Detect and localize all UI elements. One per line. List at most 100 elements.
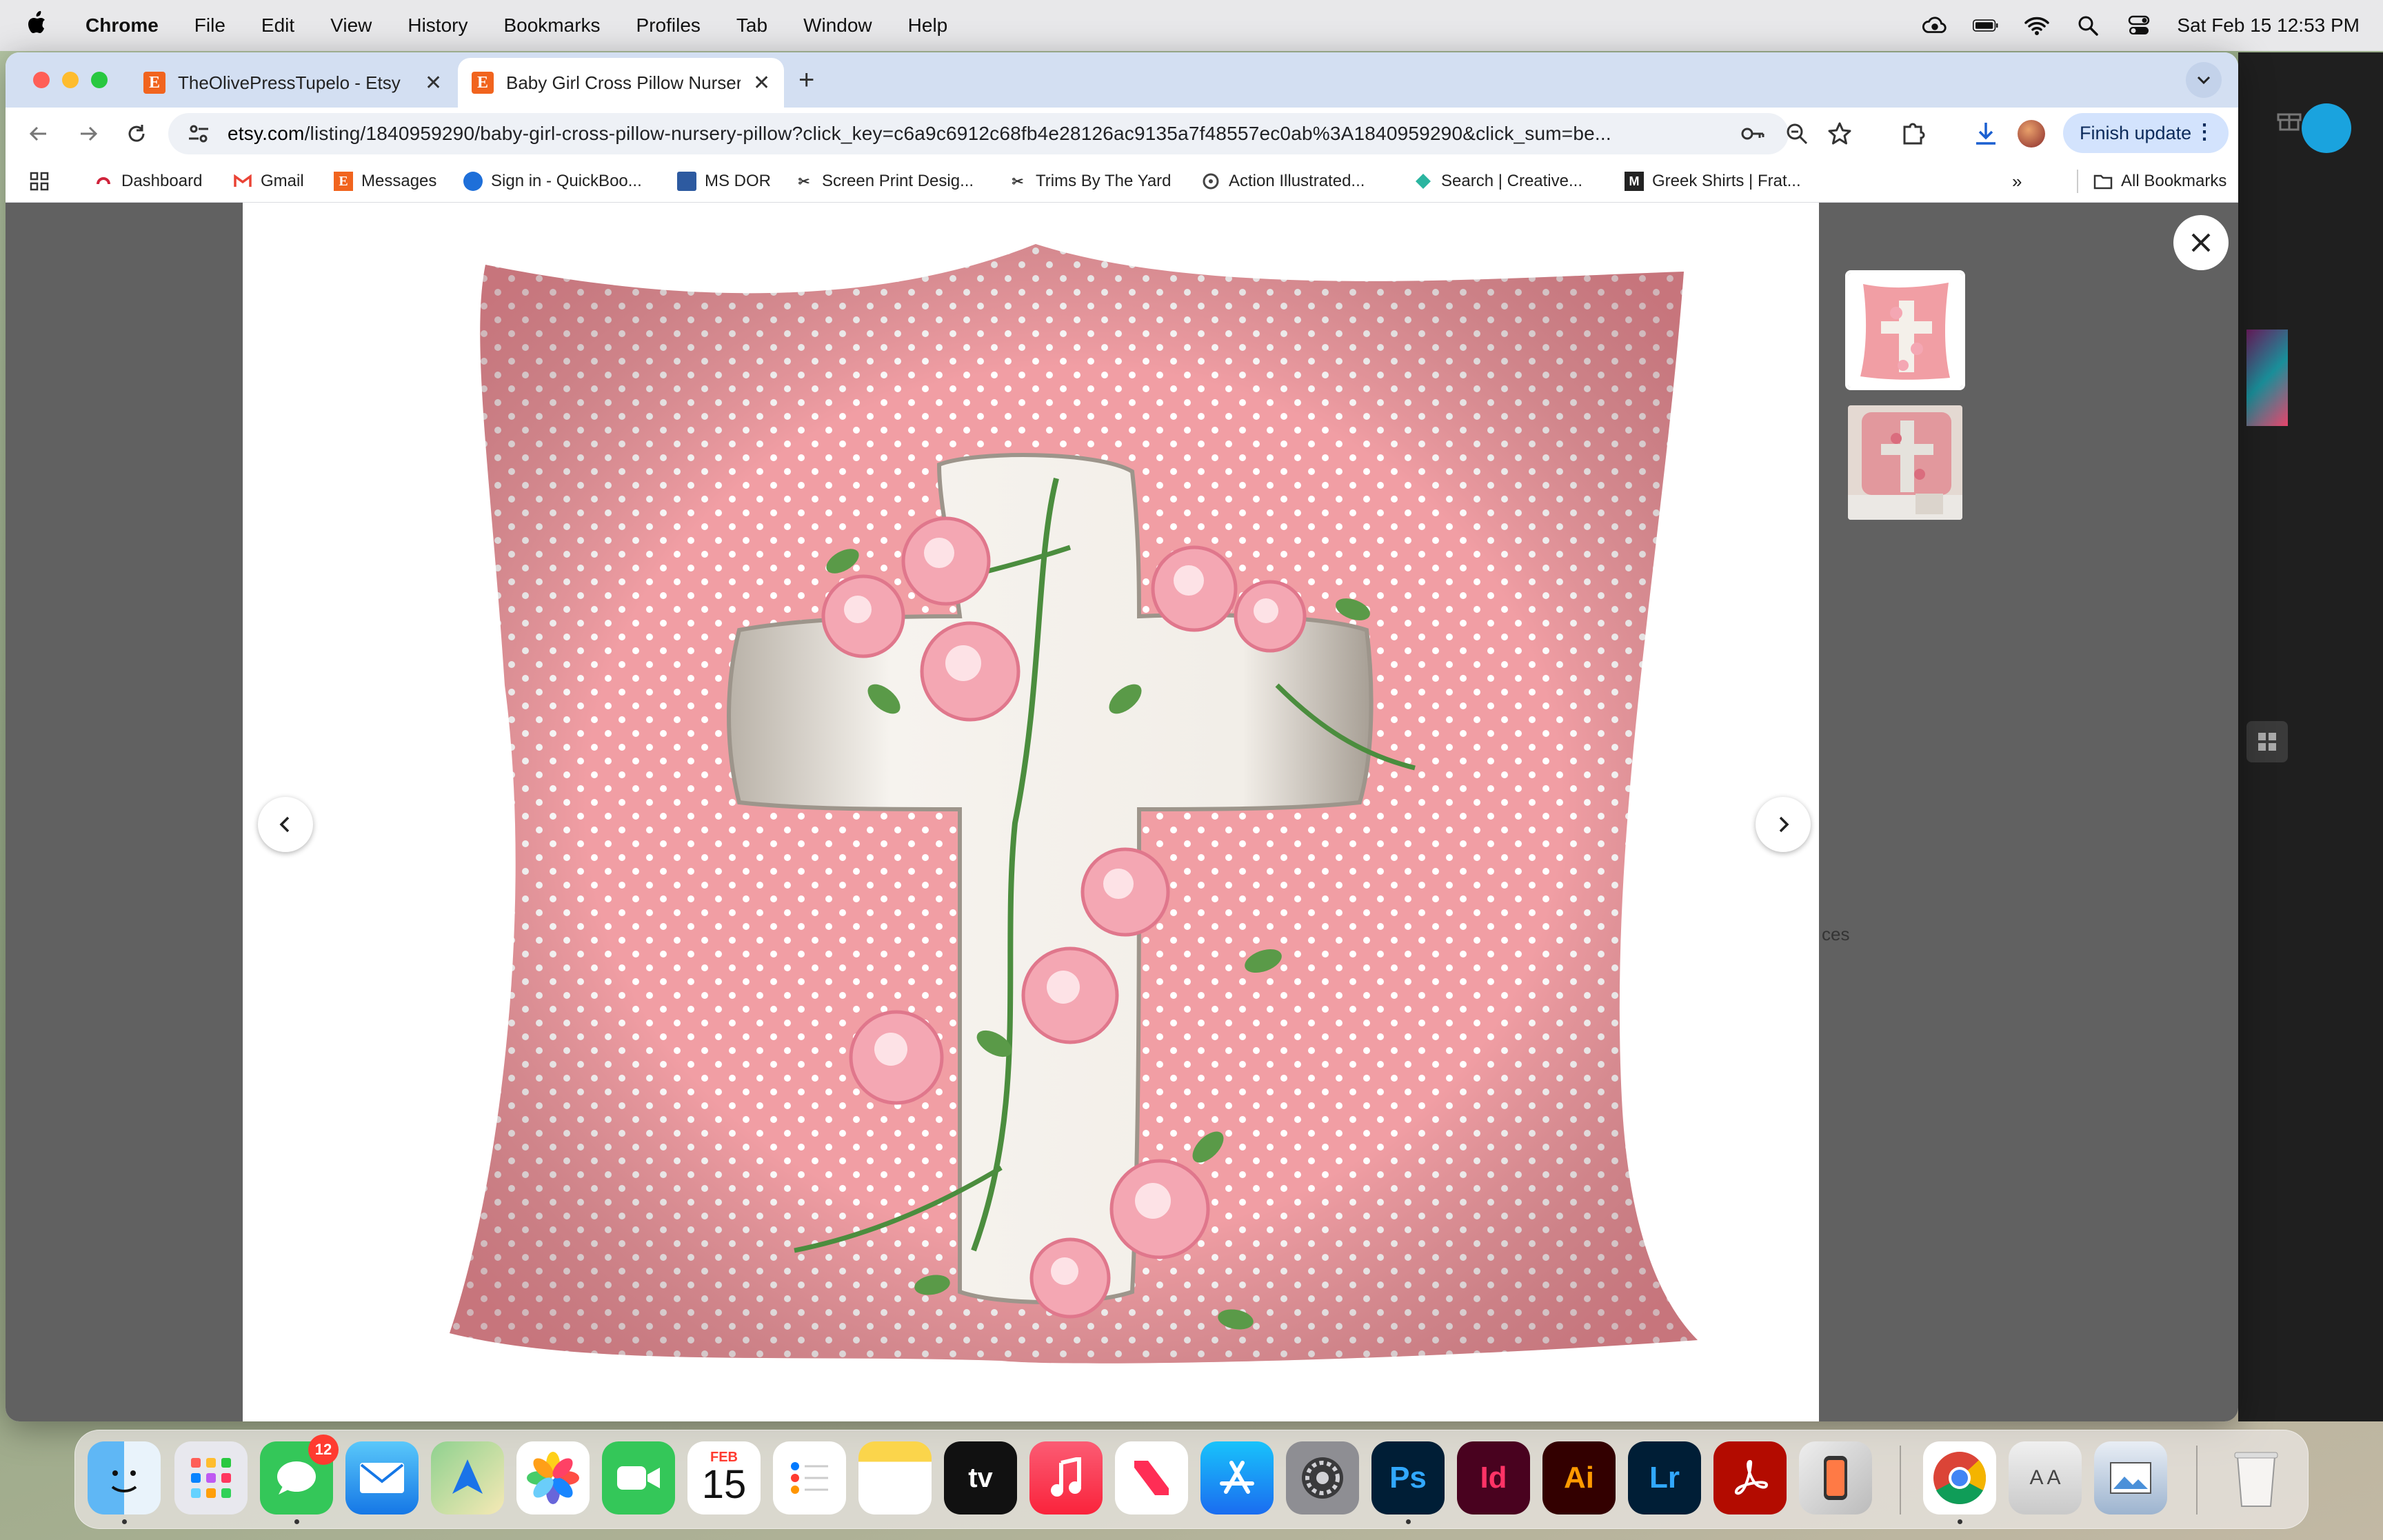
zoom-icon[interactable] — [1784, 121, 1809, 146]
launchpad-app-icon[interactable] — [174, 1441, 248, 1514]
finder-app-icon[interactable] — [88, 1441, 161, 1524]
spotlight-search-icon[interactable] — [2075, 16, 2101, 36]
acrobat-app-icon[interactable] — [1713, 1441, 1787, 1514]
back-icon[interactable] — [22, 117, 55, 150]
more-menu-icon[interactable]: ⋮ — [2194, 120, 2215, 144]
reload-icon[interactable] — [120, 117, 153, 150]
tab-search-chevron-icon[interactable] — [2186, 62, 2222, 98]
bookmark-trims[interactable]: ✂ Trims By The Yard — [1008, 170, 1172, 193]
lightroom-app-icon[interactable]: Lr — [1628, 1441, 1701, 1514]
creative-cloud-icon[interactable] — [1922, 16, 1948, 35]
bookmark-quickbooks[interactable]: Sign in - QuickBoo... — [463, 170, 642, 193]
background-avatar — [2302, 103, 2351, 153]
downloads-icon[interactable] — [1972, 120, 2000, 148]
bookmarks-bar: Dashboard Gmail E Messages Sign in - Qui… — [6, 160, 2238, 203]
apple-menu-icon[interactable] — [0, 10, 68, 41]
close-lightbox-button[interactable] — [2173, 215, 2229, 270]
bookmark-creative-search[interactable]: Search | Creative... — [1414, 170, 1582, 193]
menu-tab[interactable]: Tab — [718, 14, 785, 37]
extensions-icon[interactable] — [1899, 120, 1927, 148]
address-bar[interactable]: etsy.com/listing/1840959290/baby-girl-cr… — [168, 113, 1851, 154]
app-store-icon[interactable] — [1200, 1441, 1274, 1514]
battery-icon[interactable] — [1973, 16, 1999, 35]
bookmark-screen-print[interactable]: ✂ Screen Print Desig... — [794, 170, 974, 193]
music-app-icon[interactable] — [1029, 1441, 1103, 1514]
menu-window[interactable]: Window — [785, 14, 890, 37]
facetime-app-icon[interactable] — [602, 1441, 675, 1514]
bookmark-action-illustrated[interactable]: Action Illustrated... — [1201, 170, 1365, 193]
illustrator-app-icon[interactable]: Ai — [1542, 1441, 1616, 1514]
bookmarks-overflow-icon[interactable]: » — [2012, 170, 2022, 193]
menu-history[interactable]: History — [390, 14, 485, 37]
next-image-button[interactable] — [1756, 797, 1811, 852]
zoom-window-button[interactable] — [91, 72, 108, 88]
thumbnail-1[interactable] — [1845, 270, 1965, 390]
close-window-button[interactable] — [33, 72, 50, 88]
menu-app-name[interactable]: Chrome — [68, 14, 177, 37]
messages-app-icon[interactable]: 12 — [260, 1435, 339, 1524]
system-settings-icon[interactable] — [1286, 1441, 1359, 1514]
bookmark-label: Gmail — [261, 172, 304, 190]
screen-print-icon: ✂ — [798, 174, 810, 190]
ms-dor-icon — [677, 172, 696, 191]
bookmark-star-icon[interactable] — [1827, 121, 1852, 146]
menu-view[interactable]: View — [312, 14, 390, 37]
wifi-icon[interactable] — [2024, 16, 2050, 35]
menu-edit[interactable]: Edit — [243, 14, 312, 37]
bookmark-label: Action Illustrated... — [1229, 172, 1365, 190]
dictionary-app-icon[interactable]: A A — [2009, 1441, 2082, 1514]
creative-icon — [1414, 172, 1433, 191]
indesign-label: Id — [1480, 1461, 1507, 1495]
bookmark-messages[interactable]: E Messages — [334, 170, 436, 193]
mail-app-icon[interactable] — [345, 1441, 419, 1514]
tab-strip: E TheOlivePressTupelo - Etsy ✕ E Baby Gi… — [6, 52, 2238, 108]
profile-avatar[interactable] — [2018, 120, 2045, 148]
tv-app-icon[interactable]: tv — [944, 1441, 1017, 1514]
address-url[interactable]: etsy.com/listing/1840959290/baby-girl-cr… — [228, 123, 1717, 145]
news-app-icon[interactable] — [1115, 1441, 1188, 1514]
password-key-icon[interactable] — [1740, 121, 1765, 146]
notes-app-icon[interactable] — [858, 1441, 932, 1514]
tab-olive-press[interactable]: E TheOlivePressTupelo - Etsy ✕ — [130, 58, 456, 108]
preview-app-icon[interactable] — [2094, 1441, 2167, 1514]
finish-update-button[interactable]: Finish update ⋮ — [2063, 113, 2229, 153]
minimize-window-button[interactable] — [62, 72, 79, 88]
thumbnail-2[interactable] — [1845, 403, 1965, 523]
tab-baby-girl-cross-pillow[interactable]: E Baby Girl Cross Pillow Nurser ✕ — [458, 58, 785, 108]
folder-icon — [2093, 172, 2113, 191]
new-tab-icon[interactable]: + — [798, 65, 814, 96]
apps-grid-icon[interactable] — [29, 170, 50, 193]
tab-close-icon[interactable]: ✕ — [425, 71, 442, 95]
menu-profiles[interactable]: Profiles — [619, 14, 718, 37]
calendar-app-icon[interactable]: FEB 15 — [687, 1441, 761, 1514]
bookmark-ms-dor[interactable]: MS DOR — [677, 170, 771, 193]
bookmark-dashboard[interactable]: Dashboard — [94, 170, 202, 193]
forward-icon[interactable] — [72, 117, 105, 150]
menu-file[interactable]: File — [177, 14, 243, 37]
photoshop-label: Ps — [1389, 1461, 1427, 1495]
gift-icon[interactable] — [2275, 105, 2303, 132]
chrome-app-icon[interactable] — [1923, 1441, 1996, 1524]
bookmark-gmail[interactable]: Gmail — [233, 170, 304, 193]
indesign-app-icon[interactable]: Id — [1457, 1441, 1530, 1514]
maps-app-icon[interactable] — [431, 1441, 504, 1514]
trims-icon: ✂ — [1012, 174, 1024, 190]
site-info-icon[interactable] — [186, 121, 211, 146]
chrome-window: E TheOlivePressTupelo - Etsy ✕ E Baby Gi… — [6, 52, 2238, 1421]
photoshop-app-icon[interactable]: Ps — [1371, 1441, 1445, 1524]
menu-clock[interactable]: Sat Feb 15 12:53 PM — [2177, 14, 2360, 37]
trash-icon[interactable] — [2220, 1441, 2293, 1514]
photos-app-icon[interactable] — [516, 1441, 590, 1514]
menu-help[interactable]: Help — [890, 14, 966, 37]
dashboard-icon — [94, 172, 113, 191]
iphone-mirroring-app-icon[interactable] — [1799, 1441, 1872, 1514]
control-center-icon[interactable] — [2126, 15, 2152, 35]
etsy-favicon-icon: E — [472, 72, 494, 94]
tab-close-icon[interactable]: ✕ — [753, 71, 770, 95]
bookmark-greek-shirts[interactable]: M Greek Shirts | Frat... — [1625, 170, 1801, 193]
grid-view-icon[interactable] — [2246, 721, 2288, 762]
previous-image-button[interactable] — [258, 797, 313, 852]
menu-bookmarks[interactable]: Bookmarks — [485, 14, 618, 37]
reminders-app-icon[interactable] — [773, 1441, 846, 1514]
all-bookmarks[interactable]: All Bookmarks — [2077, 170, 2226, 193]
